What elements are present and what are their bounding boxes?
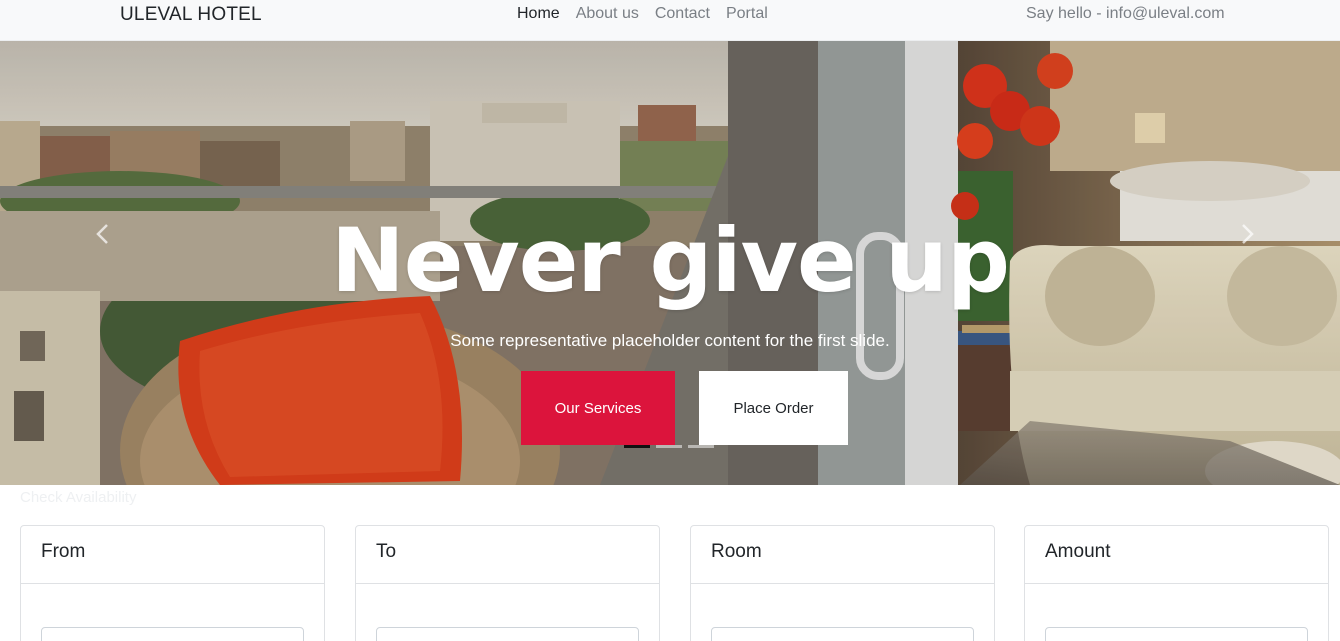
check-availability-label: Check Availability [20,489,137,506]
room-card: Room [690,525,995,641]
contact-email-text: Say hello - info@uleval.com [1026,5,1225,22]
brand-logo[interactable]: ULEVAL HOTEL [120,4,262,26]
from-card-title: From [21,526,324,584]
hero-title: Never give up [331,209,1010,312]
amount-card: Amount [1024,525,1329,641]
carousel-indicator-2[interactable] [656,445,682,448]
nav-link-portal[interactable]: Portal [726,5,768,23]
amount-card-title: Amount [1025,526,1328,584]
from-card: From [20,525,325,641]
from-input[interactable] [41,627,304,641]
room-card-title: Room [691,526,994,584]
room-input[interactable] [711,627,974,641]
carousel-indicator-1[interactable] [624,445,650,448]
nav-link-about[interactable]: About us [576,5,639,23]
hero-carousel: Never give up Some representative placeh… [0,41,1340,485]
to-card: To [355,525,660,641]
navbar: ULEVAL HOTEL Home About us Contact Porta… [0,0,1340,41]
carousel-indicators [624,445,714,448]
to-card-title: To [356,526,659,584]
to-input[interactable] [376,627,639,641]
our-services-button[interactable]: Our Services [521,371,675,445]
amount-input[interactable] [1045,627,1308,641]
hero-caption: Some representative placeholder content … [450,331,890,350]
nav-links: Home About us Contact Portal [517,5,768,23]
nav-link-contact[interactable]: Contact [655,5,710,23]
place-order-button[interactable]: Place Order [699,371,848,445]
nav-link-home[interactable]: Home [517,5,560,23]
carousel-indicator-3[interactable] [688,445,714,448]
